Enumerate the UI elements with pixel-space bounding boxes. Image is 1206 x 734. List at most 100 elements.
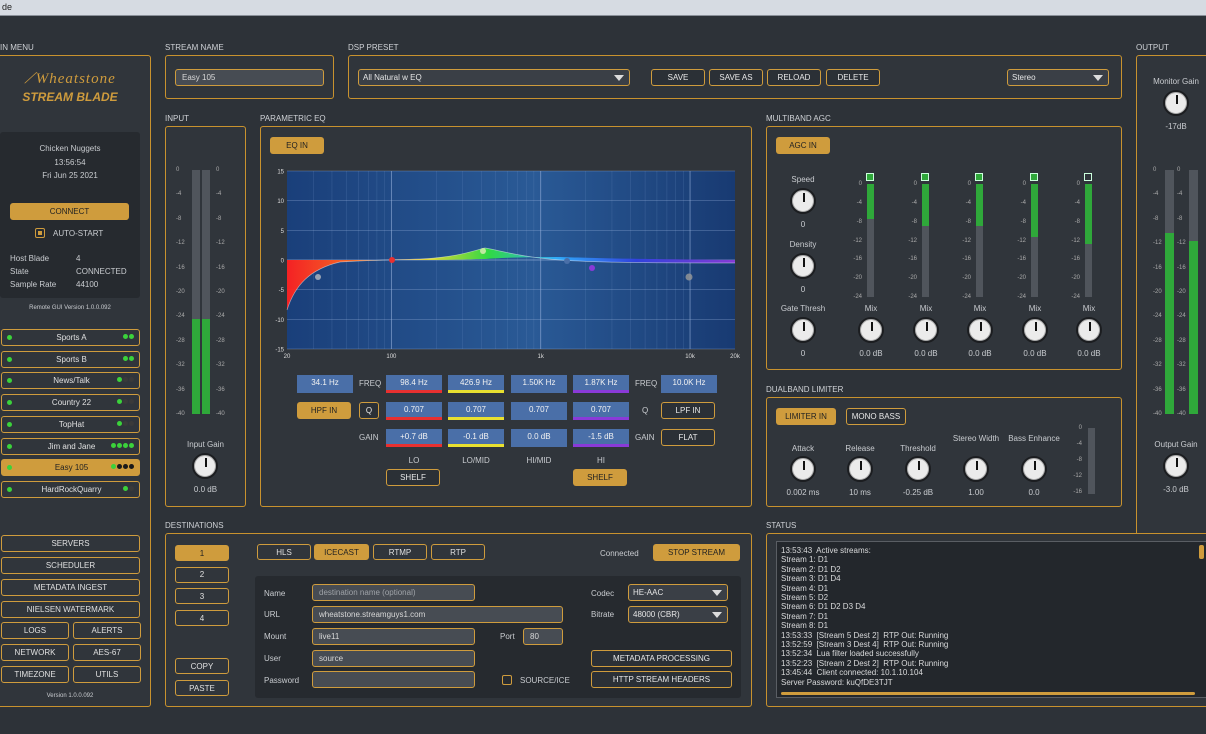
channel-1[interactable]: Sports A: [1, 329, 140, 346]
band-2-mix-knob[interactable]: [913, 317, 939, 343]
lo-shelf-button[interactable]: SHELF: [386, 469, 440, 486]
user-input[interactable]: source: [312, 650, 475, 667]
logs-button[interactable]: LOGS: [1, 622, 69, 639]
band-2-gain-field[interactable]: -0.1 dB: [448, 429, 504, 447]
mono-bass-button[interactable]: MONO BASS: [846, 408, 906, 425]
connect-button[interactable]: CONNECT: [10, 203, 129, 220]
destination-slot-1[interactable]: 1: [175, 545, 229, 561]
band-5-mix-knob[interactable]: [1076, 317, 1102, 343]
source-ice-checkbox[interactable]: [502, 675, 512, 685]
limiter-in-button[interactable]: LIMITER IN: [776, 408, 836, 425]
output-gain-knob[interactable]: [1163, 453, 1189, 479]
protocol-tab-rtmp[interactable]: RTMP: [373, 544, 427, 560]
band-1-solo-toggle[interactable]: [866, 173, 874, 181]
metadata-processing-button[interactable]: METADATA PROCESSING: [591, 650, 732, 667]
stereo-width-knob[interactable]: [963, 456, 989, 482]
url-input[interactable]: wheatstone.streamguys1.com: [312, 606, 563, 623]
threshold-knob[interactable]: [905, 456, 931, 482]
band-3-gain-field[interactable]: 0.0 dB: [511, 429, 567, 447]
channel-4[interactable]: Country 22: [1, 394, 140, 412]
reload-button[interactable]: RELOAD: [767, 69, 821, 86]
band-1-gain-field[interactable]: +0.7 dB: [386, 429, 442, 447]
speed-knob[interactable]: [790, 188, 816, 214]
aes67-button[interactable]: AES-67: [73, 644, 141, 661]
band-3-freq-field[interactable]: 1.50K Hz: [511, 375, 567, 393]
timezone-button[interactable]: TIMEZONE: [1, 666, 69, 683]
eq-himid-handle[interactable]: [564, 258, 570, 264]
release-knob[interactable]: [847, 456, 873, 482]
alerts-button[interactable]: ALERTS: [73, 622, 141, 639]
eq-in-button[interactable]: EQ IN: [270, 137, 324, 154]
channel-7[interactable]: Easy 105: [1, 459, 140, 477]
lpf-freq-field[interactable]: 10.0K Hz: [661, 375, 717, 393]
band-4-mix-knob[interactable]: [1022, 317, 1048, 343]
bitrate-select[interactable]: 48000 (CBR): [628, 606, 728, 623]
eq-response-graph[interactable]: 15 10 5 0 -5 -10 -1520 100 1k 10k 20k: [270, 165, 745, 365]
stop-stream-button[interactable]: STOP STREAM: [653, 544, 740, 561]
paste-button[interactable]: PASTE: [175, 680, 229, 696]
eq-hi-handle[interactable]: [589, 265, 595, 271]
lpf-in-button[interactable]: LPF IN: [661, 402, 715, 419]
band-4-freq-field[interactable]: 1.87K Hz: [573, 375, 629, 393]
stream-name-input[interactable]: Easy 105: [175, 69, 324, 86]
status-scrollbar-thumb[interactable]: [1199, 545, 1204, 559]
network-button[interactable]: NETWORK: [1, 644, 69, 661]
password-input[interactable]: [312, 671, 475, 688]
q-button[interactable]: Q: [359, 402, 379, 419]
gate-thresh-knob[interactable]: [790, 317, 816, 343]
codec-select[interactable]: HE-AAC: [628, 584, 728, 601]
density-knob[interactable]: [790, 253, 816, 279]
destination-slot-3[interactable]: 3: [175, 588, 229, 605]
hpf-freq-field[interactable]: 34.1 Hz: [297, 375, 353, 393]
band-2-freq-field[interactable]: 426.9 Hz: [448, 375, 504, 393]
protocol-tab-hls[interactable]: HLS: [257, 544, 311, 560]
band-2-q-field[interactable]: 0.707: [448, 402, 504, 420]
nielsen-watermark-button[interactable]: NIELSEN WATERMARK: [1, 601, 140, 618]
mount-input[interactable]: live11: [312, 628, 475, 645]
auto-start-checkbox[interactable]: [35, 228, 45, 238]
channel-3[interactable]: News/Talk: [1, 372, 140, 390]
band-4-gain-field[interactable]: -1.5 dB: [573, 429, 629, 447]
band-4-solo-toggle[interactable]: [1030, 173, 1038, 181]
hpf-in-button[interactable]: HPF IN: [297, 402, 351, 419]
band-1-mix-knob[interactable]: [858, 317, 884, 343]
monitor-gain-knob[interactable]: [1163, 90, 1189, 116]
band-2-solo-toggle[interactable]: [921, 173, 929, 181]
status-log[interactable]: 13:53:43 Active streams: Stream 1: D1 Stre…: [776, 541, 1206, 698]
metadata-ingest-button[interactable]: METADATA INGEST: [1, 579, 140, 596]
band-5-solo-toggle[interactable]: [1084, 173, 1092, 181]
band-3-q-field[interactable]: 0.707: [511, 402, 567, 420]
utils-button[interactable]: UTILS: [73, 666, 141, 683]
protocol-tab-rtp[interactable]: RTP: [431, 544, 485, 560]
status-hscrollbar[interactable]: [781, 692, 1195, 695]
band-1-q-field[interactable]: 0.707: [386, 402, 442, 420]
servers-button[interactable]: SERVERS: [1, 535, 140, 552]
channel-8[interactable]: HardRockQuarry: [1, 480, 140, 498]
band-3-solo-toggle[interactable]: [975, 173, 983, 181]
destination-name-input[interactable]: destination name (optional): [312, 584, 475, 601]
scheduler-button[interactable]: SCHEDULER: [1, 557, 140, 574]
save-as-button[interactable]: SAVE AS: [709, 69, 763, 86]
eq-lpf-handle[interactable]: [685, 273, 693, 281]
eq-hpf-handle[interactable]: [315, 274, 321, 280]
eq-lo-handle[interactable]: [389, 257, 395, 263]
hi-shelf-button[interactable]: SHELF: [573, 469, 627, 486]
bass-enhance-knob[interactable]: [1021, 456, 1047, 482]
protocol-tab-icecast[interactable]: ICECAST: [314, 544, 369, 560]
delete-button[interactable]: DELETE: [826, 69, 880, 86]
channel-6[interactable]: Jim and Jane: [1, 437, 140, 455]
eq-lomid-handle[interactable]: [480, 248, 486, 254]
copy-button[interactable]: COPY: [175, 658, 229, 674]
channel-2[interactable]: Sports B: [1, 350, 140, 368]
band-3-mix-knob[interactable]: [967, 317, 993, 343]
flat-button[interactable]: FLAT: [661, 429, 715, 446]
destination-slot-4[interactable]: 4: [175, 610, 229, 627]
band-1-freq-field[interactable]: 98.4 Hz: [386, 375, 442, 393]
http-stream-headers-button[interactable]: HTTP STREAM HEADERS: [591, 671, 732, 688]
save-button[interactable]: SAVE: [651, 69, 705, 86]
dsp-preset-select[interactable]: All Natural w EQ: [358, 69, 630, 86]
input-gain-knob[interactable]: [192, 453, 218, 479]
attack-knob[interactable]: [790, 456, 816, 482]
agc-in-button[interactable]: AGC IN: [776, 137, 830, 154]
destination-slot-2[interactable]: 2: [175, 566, 229, 583]
